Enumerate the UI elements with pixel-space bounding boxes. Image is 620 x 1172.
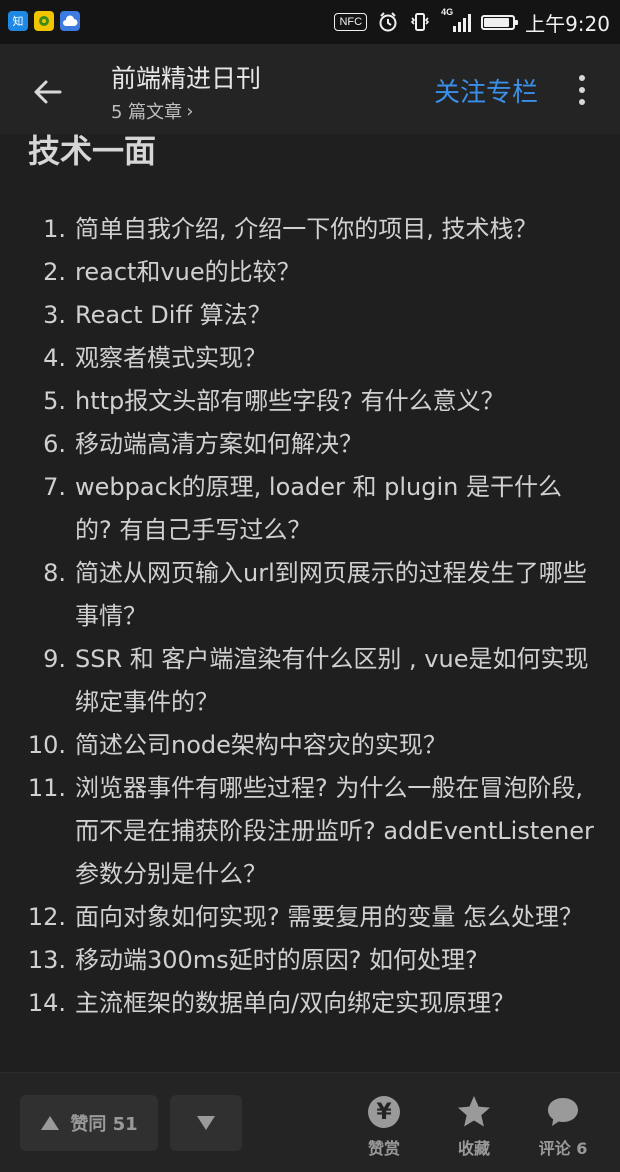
- status-app-icons: 知: [8, 11, 80, 31]
- cellular-signal-icon: 4G: [441, 7, 472, 33]
- star-icon: [458, 1096, 490, 1127]
- reward-label: 赞赏: [367, 1139, 400, 1158]
- question-item: 7. webpack的原理, loader 和 plugin 是干什么的? 有自己…: [0, 466, 620, 552]
- game-glyph-icon: [39, 16, 49, 26]
- chevron-right-icon: ›: [186, 100, 194, 122]
- column-title: 前端精进日刊: [111, 64, 262, 93]
- question-item: 6. 移动端高清方案如何解决？: [0, 423, 620, 466]
- question-text: webpack的原理, loader 和 plugin 是干什么的? 有自己手写…: [75, 473, 562, 544]
- question-number: 11.: [27, 774, 66, 802]
- favorite-label: 收藏: [457, 1139, 490, 1158]
- question-number: 12.: [27, 903, 66, 931]
- question-item: 5. http报文头部有哪些字段? 有什么意义？: [0, 380, 620, 423]
- more-dot-icon: [579, 99, 585, 105]
- question-text: 简述公司node架构中容灾的实现？: [75, 731, 447, 759]
- battery-level: [484, 17, 510, 27]
- question-number: 8.: [43, 559, 66, 587]
- comment-icon: [548, 1098, 578, 1126]
- reward-button[interactable]: ¥ 赞赏: [349, 1095, 419, 1159]
- question-text: 简述从网页输入url到网页展示的过程发生了哪些事情？: [75, 559, 587, 630]
- vote-up-label: 赞同 51: [70, 1114, 138, 1135]
- section-heading: 技术一面: [28, 134, 157, 170]
- article-content[interactable]: 技术一面 1. 简单自我介绍, 介绍一下你的项目, 技术栈？ 2. react和vue…: [0, 134, 620, 1072]
- reward-icon-wrap: ¥: [368, 1095, 400, 1129]
- question-item: 4. 观察者模式实现？: [0, 337, 620, 380]
- question-number: 3.: [43, 301, 66, 329]
- article-count-label: 5 篇文章: [111, 102, 183, 123]
- cloud-app-icon: [60, 11, 80, 31]
- question-number: 6.: [43, 430, 66, 458]
- question-list: 1. 简单自我介绍, 介绍一下你的项目, 技术栈？ 2. react和vue的比较？ 3…: [0, 208, 620, 1025]
- question-text: http报文头部有哪些字段? 有什么意义？: [75, 387, 505, 415]
- question-item: 8. 简述从网页输入url到网页展示的过程发生了哪些事情？: [0, 552, 620, 638]
- cloud-glyph-icon: [63, 15, 78, 26]
- article-count-link[interactable]: 5 篇文章 ›: [111, 98, 193, 124]
- status-bar: 知 NFC 4G 上午9:20: [0, 0, 620, 44]
- question-item: 11. 浏览器事件有哪些过程? 为什么一般在冒泡阶段, 而不是在捕获阶段注册监听?…: [0, 767, 620, 896]
- question-item: 12. 面向对象如何实现? 需要复用的变量 怎么处理？: [0, 896, 620, 939]
- triangle-down-icon: [197, 1116, 215, 1130]
- question-text: 主流框架的数据单向/双向绑定实现原理？: [75, 989, 516, 1017]
- status-indicators: NFC 4G 上午9:20: [334, 7, 610, 36]
- question-text: 面向对象如何实现? 需要复用的变量 怎么处理？: [75, 903, 583, 931]
- vote-up-button[interactable]: 赞同 51: [20, 1095, 158, 1151]
- question-number: 13.: [27, 946, 66, 974]
- question-text: SSR 和 客户端渲染有什么区别 , vue是如何实现绑定事件的？: [75, 645, 589, 716]
- favorite-icon-wrap: [456, 1095, 492, 1129]
- question-number: 14.: [27, 989, 66, 1017]
- back-button[interactable]: [24, 68, 72, 116]
- question-number: 4.: [43, 344, 66, 372]
- zhihu-app-icon: 知: [8, 11, 28, 31]
- clock: 上午9:20: [525, 11, 610, 36]
- comment-icon-wrap: [546, 1095, 580, 1129]
- bottom-action-bar: 赞同 51 ¥ 赞赏 收藏 评论 6: [0, 1072, 620, 1172]
- question-number: 9.: [43, 645, 66, 673]
- nfc-icon: NFC: [334, 13, 368, 31]
- game-app-icon: [34, 11, 54, 31]
- question-item: 13. 移动端300ms延时的原因? 如何处理?: [0, 939, 620, 982]
- question-item: 10. 简述公司node架构中容灾的实现？: [0, 724, 620, 767]
- favorite-button[interactable]: 收藏: [439, 1095, 509, 1159]
- comment-label: 评论 6: [538, 1139, 588, 1158]
- question-item: 9. SSR 和 客户端渲染有什么区别 , vue是如何实现绑定事件的？: [0, 638, 620, 724]
- follow-column-button[interactable]: 关注专栏: [434, 72, 538, 109]
- comment-button[interactable]: 评论 6: [528, 1095, 598, 1159]
- question-text: 移动端高清方案如何解决？: [75, 430, 363, 458]
- question-text: React Diff 算法？: [75, 301, 272, 329]
- question-text: 简单自我介绍, 介绍一下你的项目, 技术栈？: [75, 215, 538, 243]
- battery-icon: [481, 14, 519, 30]
- question-number: 2.: [43, 258, 66, 286]
- app-header: 前端精进日刊 5 篇文章 › 关注专栏: [0, 44, 620, 134]
- vibrate-icon: [410, 13, 430, 31]
- question-item: 2. react和vue的比较？: [0, 251, 620, 294]
- question-number: 10.: [27, 731, 66, 759]
- question-text: 浏览器事件有哪些过程? 为什么一般在冒泡阶段, 而不是在捕获阶段注册监听? ad…: [75, 774, 594, 888]
- yuan-icon: ¥: [368, 1096, 400, 1128]
- more-options-button[interactable]: [568, 70, 596, 110]
- question-item: 1. 简单自我介绍, 介绍一下你的项目, 技术栈？: [0, 208, 620, 251]
- question-text: 观察者模式实现？: [75, 344, 267, 372]
- question-item: 14. 主流框架的数据单向/双向绑定实现原理？: [0, 982, 620, 1025]
- question-number: 1.: [43, 215, 66, 243]
- vote-down-button[interactable]: [170, 1095, 242, 1151]
- question-item: 3. React Diff 算法？: [0, 294, 620, 337]
- question-number: 5.: [43, 387, 66, 415]
- triangle-up-icon: [41, 1116, 60, 1130]
- network-type: 4G: [441, 7, 454, 17]
- alarm-icon: [379, 12, 397, 32]
- arrow-left-icon: [34, 80, 62, 104]
- question-text: react和vue的比较？: [75, 258, 301, 286]
- more-dot-icon: [579, 87, 585, 93]
- question-number: 7.: [43, 473, 66, 501]
- question-text: 移动端300ms延时的原因? 如何处理?: [75, 946, 478, 974]
- more-dot-icon: [579, 75, 585, 81]
